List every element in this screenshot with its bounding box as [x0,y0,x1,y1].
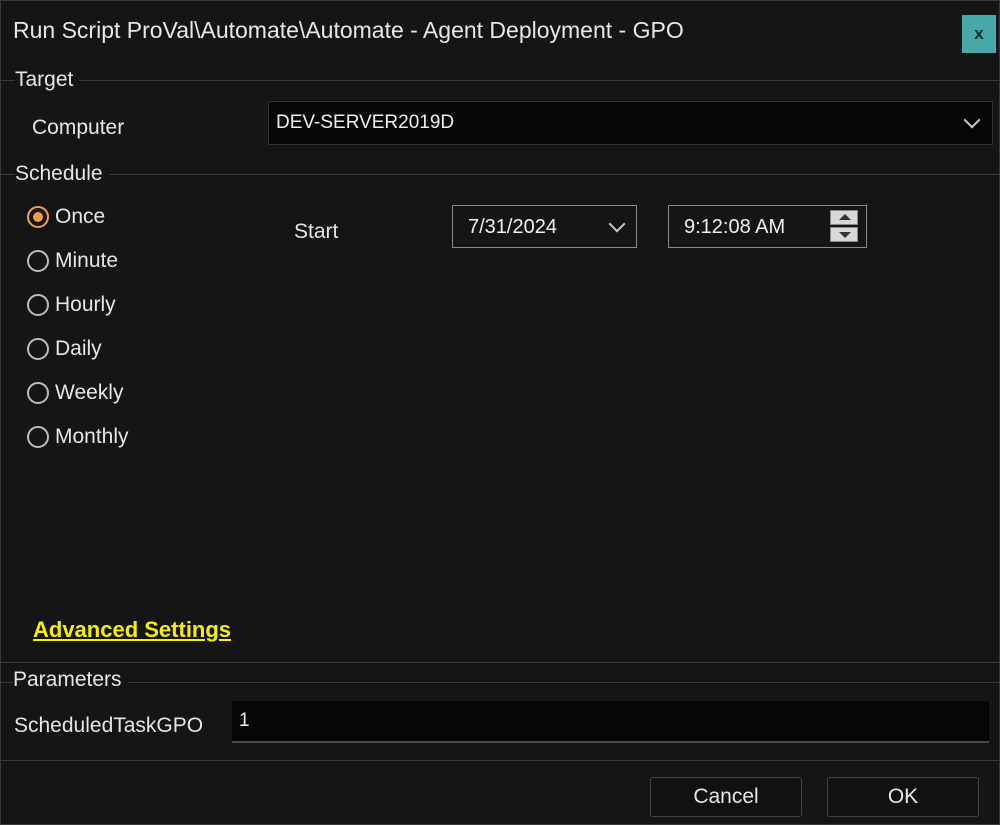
ok-button[interactable]: OK [827,777,979,817]
scheduledtaskgpo-input[interactable]: 1 [232,701,989,743]
radio-label: Minute [55,249,119,272]
computer-select[interactable]: DEV-SERVER2019D [268,101,993,145]
radio-unchecked-icon [27,294,49,316]
start-date-value: 7/31/2024 [468,216,557,238]
radio-unchecked-icon [27,382,49,404]
run-script-dialog: Run Script ProVal\Automate\Automate - Ag… [0,0,1000,825]
time-spinner[interactable] [829,209,859,243]
start-time-value: 9:12:08 AM [684,216,786,238]
spin-up-button[interactable] [830,210,858,225]
radio-unchecked-icon [27,250,49,272]
parameters-separator [1,682,999,683]
parameters-top-separator [1,662,999,663]
schedule-section-label: Schedule [15,162,109,186]
schedule-daily-radio[interactable]: Daily [27,334,102,364]
start-date-picker[interactable]: 7/31/2024 [452,205,637,248]
target-separator [1,80,999,81]
parameters-section-label: Parameters [13,668,128,692]
schedule-once-radio[interactable]: Once [27,202,105,232]
spin-down-button[interactable] [830,227,858,242]
window-title: Run Script ProVal\Automate\Automate - Ag… [13,17,684,43]
radio-label: Once [55,205,106,228]
radio-label: Hourly [55,293,116,316]
schedule-weekly-radio[interactable]: Weekly [27,378,123,408]
radio-checked-icon [27,206,49,228]
computer-value: DEV-SERVER2019D [276,112,455,133]
schedule-monthly-radio[interactable]: Monthly [27,422,129,452]
schedule-hourly-radio[interactable]: Hourly [27,290,116,320]
schedule-minute-radio[interactable]: Minute [27,246,118,276]
computer-label: Computer [32,116,125,139]
start-label: Start [294,220,339,243]
radio-unchecked-icon [27,338,49,360]
advanced-settings-link[interactable]: Advanced Settings [33,617,231,643]
cancel-button[interactable]: Cancel [650,777,802,817]
radio-label: Monthly [55,425,129,448]
chevron-down-icon [963,111,981,129]
target-section-label: Target [15,68,80,92]
radio-label: Daily [55,337,102,360]
title-bar: Run Script ProVal\Automate\Automate - Ag… [1,1,999,61]
scheduledtaskgpo-label: ScheduledTaskGPO [14,714,204,737]
arrow-down-icon [839,232,851,238]
footer-separator [1,760,999,761]
radio-unchecked-icon [27,426,49,448]
chevron-down-icon [608,215,626,233]
radio-label: Weekly [55,381,124,404]
schedule-separator [1,174,999,175]
arrow-up-icon [839,214,851,220]
scheduledtaskgpo-value: 1 [239,710,250,731]
close-button[interactable]: x [962,15,996,53]
